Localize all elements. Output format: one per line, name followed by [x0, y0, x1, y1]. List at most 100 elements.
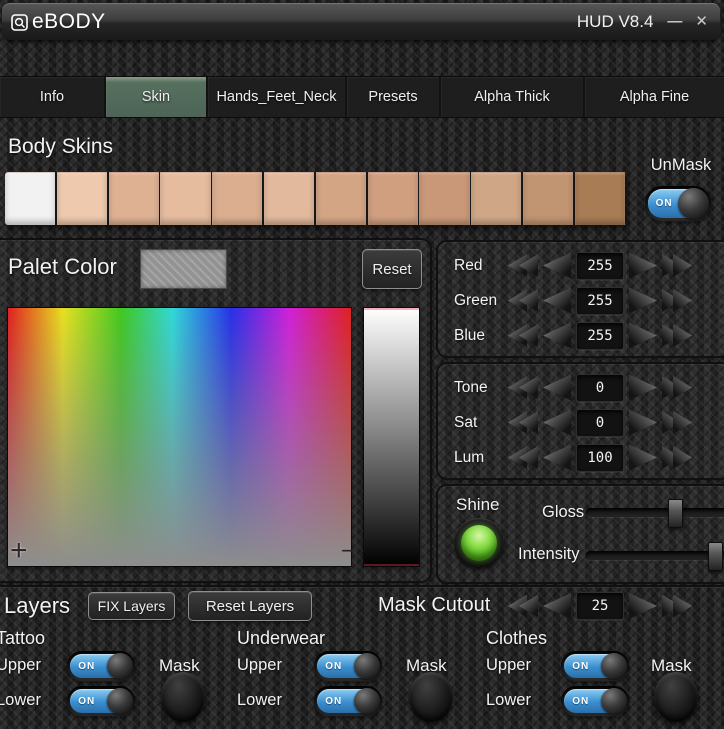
tone-label: Tone	[454, 379, 508, 397]
lum-increase-button[interactable]	[629, 445, 657, 471]
tone-value[interactable]: 0	[576, 374, 624, 402]
blue-value[interactable]: 255	[576, 322, 624, 350]
sat-fast-decrease-button[interactable]	[508, 411, 538, 434]
gloss-slider[interactable]	[586, 508, 724, 517]
intensity-slider-handle[interactable]	[708, 542, 723, 571]
unmask-label: UnMask	[645, 156, 717, 175]
layers-title: Layers	[4, 593, 70, 619]
tab-alpha-thick[interactable]: Alpha Thick	[441, 77, 585, 117]
tattoo-upper-toggle[interactable]: ON	[67, 651, 135, 681]
green-fast-increase-button[interactable]	[662, 289, 692, 312]
tattoo-mask-knob[interactable]	[161, 672, 205, 722]
title-bar[interactable]: eBODY HUD V8.4 — ✕	[2, 3, 720, 40]
toggle-knob	[601, 653, 627, 679]
clothes-mask-knob[interactable]	[654, 672, 698, 722]
tattoo-lower-toggle[interactable]: ON	[67, 686, 135, 716]
red-value[interactable]: 255	[576, 252, 624, 280]
skin-swatch[interactable]	[264, 172, 314, 225]
green-increase-button[interactable]	[629, 288, 657, 314]
minimize-icon[interactable]: —	[667, 14, 681, 29]
shine-led-button[interactable]	[454, 518, 504, 568]
red-increase-button[interactable]	[629, 253, 657, 279]
reset-color-button[interactable]: Reset	[362, 249, 422, 289]
skin-swatch[interactable]	[368, 172, 418, 225]
tab-hands-feet-neck[interactable]: Hands_Feet_Neck	[208, 77, 347, 117]
underwear-upper-toggle[interactable]: ON	[314, 651, 382, 681]
toggle-knob	[601, 688, 627, 714]
clothes-upper-label: Upper	[486, 656, 531, 675]
mask-cutout-value[interactable]: 25	[576, 592, 624, 620]
tone-fast-increase-button[interactable]	[662, 376, 692, 399]
skin-swatch[interactable]	[471, 172, 521, 225]
tone-increase-button[interactable]	[629, 375, 657, 401]
lum-decrease-button[interactable]	[543, 445, 571, 471]
green-decrease-button[interactable]	[543, 288, 571, 314]
skin-swatch[interactable]	[523, 172, 573, 225]
picker-minus-icon[interactable]: −	[341, 540, 354, 562]
tone-decrease-button[interactable]	[543, 375, 571, 401]
tab-alpha-fine[interactable]: Alpha Fine	[585, 77, 724, 117]
green-value[interactable]: 255	[576, 287, 624, 315]
tab-presets[interactable]: Presets	[347, 77, 441, 117]
skin-swatch[interactable]	[160, 172, 210, 225]
intensity-slider[interactable]	[586, 551, 724, 560]
green-fast-decrease-button[interactable]	[508, 289, 538, 312]
close-icon[interactable]: ✕	[695, 14, 708, 29]
skin-swatch[interactable]	[109, 172, 159, 225]
sat-decrease-button[interactable]	[543, 410, 571, 436]
toggle-knob	[107, 653, 133, 679]
tab-info[interactable]: Info	[0, 77, 106, 117]
lum-fast-decrease-button[interactable]	[508, 446, 538, 469]
blue-increase-button[interactable]	[629, 323, 657, 349]
toggle-state-label: ON	[314, 686, 353, 716]
shine-label: Shine	[456, 495, 499, 515]
underwear-mask-knob[interactable]	[409, 672, 453, 722]
blue-decrease-button[interactable]	[543, 323, 571, 349]
toggle-state-label: ON	[314, 651, 353, 681]
red-fast-increase-button[interactable]	[662, 254, 692, 277]
mask-cutout-increase-button[interactable]	[629, 593, 657, 619]
lum-fast-increase-button[interactable]	[662, 446, 692, 469]
skin-swatch[interactable]	[575, 172, 625, 225]
rgb-panel: Red 255 Green 255	[438, 242, 724, 356]
gloss-slider-handle[interactable]	[668, 499, 683, 528]
fix-layers-button[interactable]: FIX Layers	[88, 592, 175, 620]
blue-label: Blue	[454, 327, 508, 345]
picker-cursor-icon[interactable]: +	[10, 536, 28, 566]
mask-cutout-decrease-button[interactable]	[543, 593, 571, 619]
value-luminance-bar[interactable]	[363, 307, 420, 567]
tab-skin[interactable]: Skin	[106, 77, 208, 117]
clothes-title: Clothes	[486, 628, 547, 649]
tone-fast-decrease-button[interactable]	[508, 376, 538, 399]
current-color-swatch[interactable]	[140, 249, 227, 289]
sat-value[interactable]: 0	[576, 409, 624, 437]
lum-value[interactable]: 100	[576, 444, 624, 472]
lum-row: Lum 100	[454, 440, 724, 475]
toggle-state-label: ON	[561, 686, 600, 716]
skin-swatch[interactable]	[212, 172, 262, 225]
mask-cutout-fast-increase-button[interactable]	[662, 595, 692, 618]
mask-cutout-fast-decrease-button[interactable]	[508, 595, 538, 618]
skin-swatch[interactable]	[316, 172, 366, 225]
blue-fast-decrease-button[interactable]	[508, 324, 538, 347]
sat-increase-button[interactable]	[629, 410, 657, 436]
blue-fast-increase-button[interactable]	[662, 324, 692, 347]
skin-swatch[interactable]	[5, 172, 55, 225]
red-decrease-button[interactable]	[543, 253, 571, 279]
underwear-lower-label: Lower	[237, 691, 282, 710]
unmask-toggle[interactable]: ON	[645, 186, 711, 221]
red-row: Red 255	[454, 248, 724, 283]
clothes-upper-toggle[interactable]: ON	[561, 651, 629, 681]
sat-fast-increase-button[interactable]	[662, 411, 692, 434]
reset-layers-button[interactable]: Reset Layers	[188, 591, 312, 621]
red-fast-decrease-button[interactable]	[508, 254, 538, 277]
clothes-lower-toggle[interactable]: ON	[561, 686, 629, 716]
ebody-hud-window: eBODY HUD V8.4 — ✕ Info Skin Hands_Feet_…	[0, 0, 724, 729]
hue-saturation-picker[interactable]: + −	[7, 307, 352, 567]
green-row: Green 255	[454, 283, 724, 318]
shine-panel: Shine Gloss Intensity	[438, 486, 724, 582]
underwear-lower-toggle[interactable]: ON	[314, 686, 382, 716]
toggle-knob	[354, 653, 380, 679]
skin-swatch[interactable]	[57, 172, 107, 225]
skin-swatch[interactable]	[419, 172, 469, 225]
